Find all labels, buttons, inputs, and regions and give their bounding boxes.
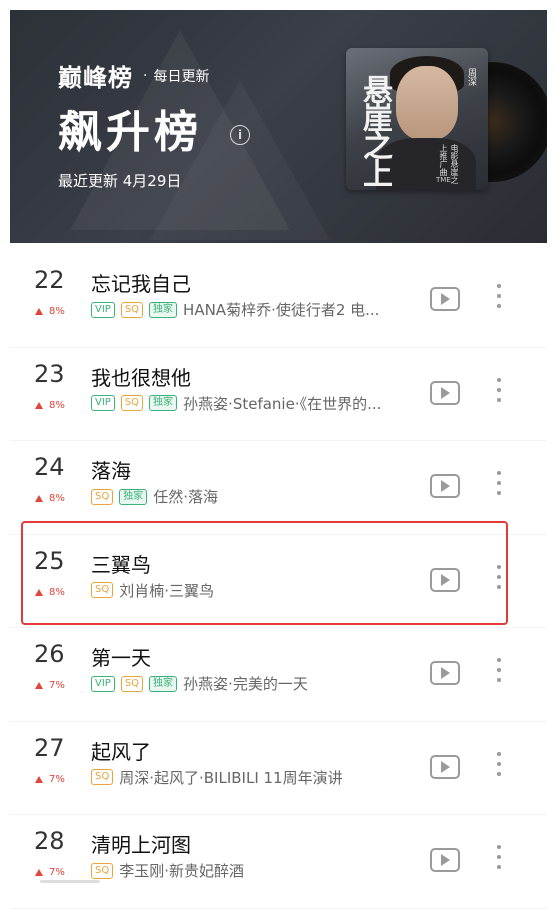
song-rank: 22	[34, 266, 65, 294]
song-artist-album: 李玉刚·新贵妃醉酒	[119, 862, 244, 880]
exclusive-badge: 独家	[119, 488, 148, 505]
song-artist-album: 周深·起风了·BILIBILI 11周年演讲	[119, 768, 343, 787]
more-icon[interactable]	[497, 284, 501, 314]
song-meta: SQ 李玉刚·新贵妃醉酒	[91, 860, 421, 881]
brand: 巅峰榜 · 每日更新	[58, 58, 209, 93]
update-date: 最近更新 4月29日	[58, 172, 182, 190]
song-rank: 26	[34, 640, 65, 668]
trend-percent: 8%	[49, 306, 65, 317]
song-row[interactable]: 23 8% 我也很想他 VIP SQ 独家 孙燕姿·Stefanie·《在世界的..…	[10, 348, 547, 441]
exclusive-badge: 独家	[149, 675, 178, 692]
sq-badge: SQ	[120, 395, 144, 411]
more-icon[interactable]	[497, 471, 501, 501]
song-artist-album: 刘肖楠·三翼鸟	[119, 581, 214, 600]
song-meta: VIP SQ 独家 HANA菊梓乔·使徒行者2 电...	[91, 299, 421, 320]
play-icon[interactable]	[430, 754, 460, 779]
trend-up-icon	[35, 869, 43, 876]
song-rank: 27	[34, 733, 65, 762]
song-title: 起风了	[91, 739, 151, 764]
song-row[interactable]: 27 7% 起风了 SQ 周深·起风了·BILIBILI 11周年演讲	[10, 722, 547, 815]
more-icon[interactable]	[497, 751, 501, 782]
trend-up-icon	[35, 401, 43, 409]
trend-indicator: 7%	[35, 680, 65, 691]
song-title: 清明上河图	[91, 833, 191, 857]
song-artist-album: 孙燕姿·完美的一天	[183, 675, 308, 693]
trend-percent: 8%	[49, 399, 65, 411]
cover-logo: TME	[436, 176, 451, 184]
song-rank: 25	[34, 546, 65, 575]
song-title: 三翼鸟	[91, 552, 151, 577]
song-row[interactable]: 28 7% 清明上河图 SQ 李玉刚·新贵妃醉酒	[10, 815, 547, 909]
trend-indicator: 7%	[35, 867, 65, 878]
trend-indicator: 8%	[35, 587, 65, 598]
song-artist-album: HANA菊梓乔·使徒行者2 电...	[183, 301, 380, 319]
play-icon[interactable]	[430, 287, 460, 311]
trend-percent: 7%	[49, 680, 65, 691]
sq-badge: SQ	[91, 488, 114, 505]
song-list: 22 8% 忘记我自己 VIP SQ 独家 HANA菊梓乔·使徒行者2 电... 2…	[10, 254, 547, 909]
more-icon[interactable]	[497, 564, 501, 595]
song-title: 忘记我自己	[91, 272, 191, 296]
song-meta: SQ 周深·起风了·BILIBILI 11周年演讲	[91, 767, 421, 788]
trend-up-icon	[35, 775, 43, 783]
trend-percent: 7%	[49, 773, 65, 785]
trend-indicator: 8%	[35, 306, 65, 317]
song-meta: VIP SQ 独家 孙燕姿·完美的一天	[91, 673, 421, 694]
song-rank: 24	[34, 453, 65, 481]
trend-up-icon	[35, 588, 43, 596]
sq-badge: SQ	[120, 675, 144, 692]
chart-banner: 巅峰榜 · 每日更新 飙升榜 i 最近更新 4月29日 悬崖之上 周深 电影悬崖…	[10, 10, 547, 243]
trend-up-icon	[35, 495, 43, 502]
trend-indicator: 8%	[35, 400, 65, 411]
trend-indicator: 7%	[35, 774, 65, 785]
song-rank: 28	[34, 827, 65, 855]
play-icon[interactable]	[430, 567, 460, 592]
vip-badge: VIP	[91, 675, 115, 692]
song-rank: 23	[34, 359, 65, 388]
song-meta: VIP SQ 独家 孙燕姿·Stefanie·《在世界的...	[91, 393, 421, 414]
sq-badge: SQ	[120, 301, 144, 318]
trend-percent: 7%	[49, 867, 65, 878]
play-icon[interactable]	[430, 474, 460, 498]
info-icon[interactable]: i	[230, 125, 250, 145]
play-icon[interactable]	[430, 380, 460, 405]
chart-title: 飙升榜	[58, 107, 202, 158]
trend-up-icon	[35, 682, 43, 689]
more-icon[interactable]	[497, 658, 501, 688]
song-title: 我也很想他	[91, 365, 191, 390]
cover-artist: 周深	[466, 68, 476, 86]
song-title: 落海	[91, 459, 131, 483]
song-meta: SQ 独家 任然·落海	[91, 486, 421, 507]
song-artist-album: 孙燕姿·Stefanie·《在世界的...	[183, 394, 382, 413]
album-cover[interactable]: 悬崖之上 周深 电影悬崖之上推广曲 TME	[346, 48, 547, 198]
more-icon[interactable]	[497, 845, 501, 875]
scroll-indicator	[40, 880, 100, 883]
sq-badge: SQ	[91, 769, 114, 785]
trend-percent: 8%	[49, 586, 65, 598]
song-row[interactable]: 26 7% 第一天 VIP SQ 独家 孙燕姿·完美的一天	[10, 628, 547, 722]
cover-art: 悬崖之上 周深 电影悬崖之上推广曲 TME	[346, 48, 488, 190]
sq-badge: SQ	[91, 582, 114, 598]
cover-calligraphy: 悬崖之上	[357, 74, 392, 186]
play-icon[interactable]	[430, 661, 460, 685]
exclusive-badge: 独家	[149, 395, 178, 411]
vip-badge: VIP	[91, 301, 115, 318]
song-row[interactable]: 22 8% 忘记我自己 VIP SQ 独家 HANA菊梓乔·使徒行者2 电...	[10, 254, 547, 348]
song-meta: SQ 刘肖楠·三翼鸟	[91, 580, 421, 601]
sq-badge: SQ	[91, 862, 114, 879]
brand-name: 巅峰榜	[58, 64, 133, 92]
song-row[interactable]: 25 8% 三翼鸟 SQ 刘肖楠·三翼鸟	[10, 535, 547, 628]
more-icon[interactable]	[497, 377, 501, 408]
vip-badge: VIP	[91, 395, 115, 411]
song-row[interactable]: 24 8% 落海 SQ 独家 任然·落海	[10, 441, 547, 535]
brand-separator: ·	[143, 67, 148, 84]
trend-up-icon	[35, 308, 43, 315]
trend-indicator: 8%	[35, 493, 65, 504]
trend-percent: 8%	[49, 493, 65, 504]
brand-subtitle: 每日更新	[153, 68, 210, 85]
exclusive-badge: 独家	[149, 301, 178, 318]
song-artist-album: 任然·落海	[153, 488, 218, 506]
play-icon[interactable]	[430, 848, 460, 872]
song-title: 第一天	[91, 646, 151, 670]
